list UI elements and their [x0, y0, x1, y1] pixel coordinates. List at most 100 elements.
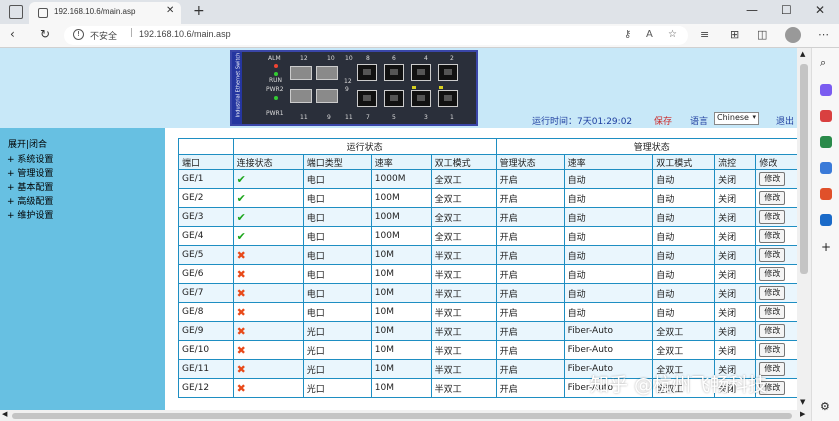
port-label-top-6: 2: [450, 55, 454, 62]
workspaces-icon[interactable]: [9, 5, 23, 19]
page-header: Industrial Ethernet Switch ALM RUN PWR2 …: [0, 48, 797, 128]
cross-icon: ✖: [236, 324, 246, 338]
link-status-cell: ✔: [232, 226, 304, 246]
sidebar-item-label: 高级配置: [17, 197, 54, 207]
add-icon[interactable]: +: [821, 240, 831, 254]
rj45-port: [357, 64, 377, 81]
switch-panel-image: Industrial Ethernet Switch ALM RUN PWR2 …: [230, 50, 478, 126]
cell-cfg-duplex: 自动: [652, 245, 716, 265]
modify-button[interactable]: 修改: [759, 229, 786, 243]
cell-cfg-duplex: 自动: [652, 283, 716, 303]
key-icon[interactable]: ⚷: [624, 29, 631, 40]
cell-duplex: 半双工: [430, 245, 497, 265]
link-status-cell: ✖: [232, 359, 304, 379]
language-select[interactable]: Chinese ▾: [714, 112, 759, 125]
office-icon[interactable]: [820, 188, 832, 200]
cell-duplex: 半双工: [430, 302, 497, 322]
outlook-icon[interactable]: [820, 214, 832, 226]
modify-button[interactable]: 修改: [759, 305, 786, 319]
cell-duplex: 半双工: [430, 321, 497, 341]
sidebar-item-basic[interactable]: + 基本配置: [7, 180, 53, 193]
window-close-icon[interactable]: ✕: [815, 3, 825, 17]
settings-icon[interactable]: ⚙: [820, 400, 830, 413]
cell-flow: 关闭: [714, 245, 757, 265]
search-icon[interactable]: ⌕: [820, 56, 826, 70]
browser-tab[interactable]: 192.168.10.6/main.asp ✕: [29, 2, 181, 24]
port-label-bottom-2: 11: [345, 114, 353, 121]
scroll-up-icon[interactable]: ▲: [800, 50, 805, 58]
horizontal-scroll-thumb[interactable]: [12, 413, 792, 419]
modify-button[interactable]: 修改: [759, 267, 786, 281]
games-icon[interactable]: [820, 162, 832, 174]
modify-button[interactable]: 修改: [759, 210, 786, 224]
copilot-icon[interactable]: [820, 84, 832, 96]
cell-admin: 开启: [495, 321, 565, 341]
logout-link[interactable]: 退出: [776, 114, 794, 127]
scroll-down-icon[interactable]: ▼: [800, 398, 805, 406]
alm-label: ALM: [268, 55, 281, 62]
cell-duplex: 半双工: [430, 264, 497, 284]
browser-essentials-icon[interactable]: ◫: [757, 28, 767, 41]
save-link[interactable]: 保存: [654, 114, 672, 127]
table-row: GE/8 ✖ 电口 10M 半双工 开启 自动 自动 关闭 修改: [178, 302, 797, 322]
favorites-bar-icon[interactable]: ≡: [700, 28, 709, 41]
mid-label-mid: 9: [345, 86, 349, 93]
pwr2-led: [274, 96, 278, 100]
cell-admin: 开启: [495, 245, 565, 265]
browser-toolbar: ‹ ↻ ! 不安全 | 192.168.10.6/main.asp ⚷ A ☆ …: [0, 24, 839, 48]
cell-port: GE/3: [178, 207, 234, 227]
modify-button[interactable]: 修改: [759, 343, 786, 357]
sidebar-item-management[interactable]: + 管理设置: [7, 166, 53, 179]
port-label-top-4: 6: [392, 55, 396, 62]
scroll-left-icon[interactable]: ◀: [2, 410, 7, 418]
modify-cell: 修改: [755, 169, 797, 189]
profile-avatar[interactable]: [785, 27, 801, 43]
cell-port: GE/1: [178, 169, 234, 189]
sidebar-item-advanced[interactable]: + 高级配置: [7, 194, 53, 207]
vertical-scrollbar[interactable]: ▲ ▼: [797, 48, 811, 410]
more-menu-icon[interactable]: ⋯: [818, 28, 829, 41]
pwr1-label: PWR1: [266, 110, 284, 117]
reload-icon[interactable]: ↻: [40, 27, 50, 41]
cell-cfg-speed: 自动: [563, 302, 654, 322]
cell-type: 电口: [302, 283, 372, 303]
url-text[interactable]: 192.168.10.6/main.asp: [139, 29, 231, 39]
security-label[interactable]: 不安全: [90, 29, 117, 42]
modify-button[interactable]: 修改: [759, 191, 786, 205]
cell-cfg-duplex: 自动: [652, 302, 716, 322]
tools-icon[interactable]: [820, 136, 832, 148]
sidebar-item-label: 管理设置: [17, 169, 54, 179]
chevron-down-icon: ▾: [752, 113, 756, 121]
collections-icon[interactable]: ⊞: [730, 28, 739, 41]
sidebar-item-maintenance[interactable]: + 维护设置: [7, 208, 53, 221]
expand-collapse-link[interactable]: 展开|闭合: [8, 137, 47, 150]
address-bar[interactable]: ! 不安全 | 192.168.10.6/main.asp ⚷ A ☆: [64, 26, 688, 45]
minimize-icon[interactable]: —: [746, 3, 758, 17]
check-icon: ✔: [236, 172, 246, 186]
cell-cfg-speed: Fiber-Auto: [563, 340, 654, 360]
vertical-scroll-thumb[interactable]: [800, 64, 808, 274]
modify-button[interactable]: 修改: [759, 248, 786, 262]
tab-close-icon[interactable]: ✕: [166, 5, 174, 16]
cell-speed: 10M: [370, 321, 432, 341]
scroll-right-icon[interactable]: ▶: [800, 410, 805, 418]
cell-speed: 100M: [370, 188, 432, 208]
port-led: [439, 86, 443, 89]
back-icon[interactable]: ‹: [10, 27, 15, 41]
shopping-icon[interactable]: [820, 110, 832, 122]
modify-button[interactable]: 修改: [759, 324, 786, 338]
pwr2-label: PWR2: [266, 86, 284, 93]
favorite-icon[interactable]: ☆: [668, 29, 677, 40]
read-aloud-icon[interactable]: A: [646, 29, 653, 40]
modify-button[interactable]: 修改: [759, 286, 786, 300]
cell-admin: 开启: [495, 207, 565, 227]
modify-button[interactable]: 修改: [759, 172, 786, 186]
cross-icon: ✖: [236, 381, 246, 395]
horizontal-scrollbar[interactable]: ◀ ▶: [0, 410, 811, 421]
link-status-cell: ✖: [232, 378, 304, 398]
run-label: RUN: [269, 77, 283, 84]
maximize-icon[interactable]: ☐: [781, 3, 792, 17]
sidebar-item-system[interactable]: + 系统设置: [7, 152, 53, 165]
plus-icon: +: [7, 211, 18, 221]
new-tab-icon[interactable]: +: [193, 3, 205, 19]
